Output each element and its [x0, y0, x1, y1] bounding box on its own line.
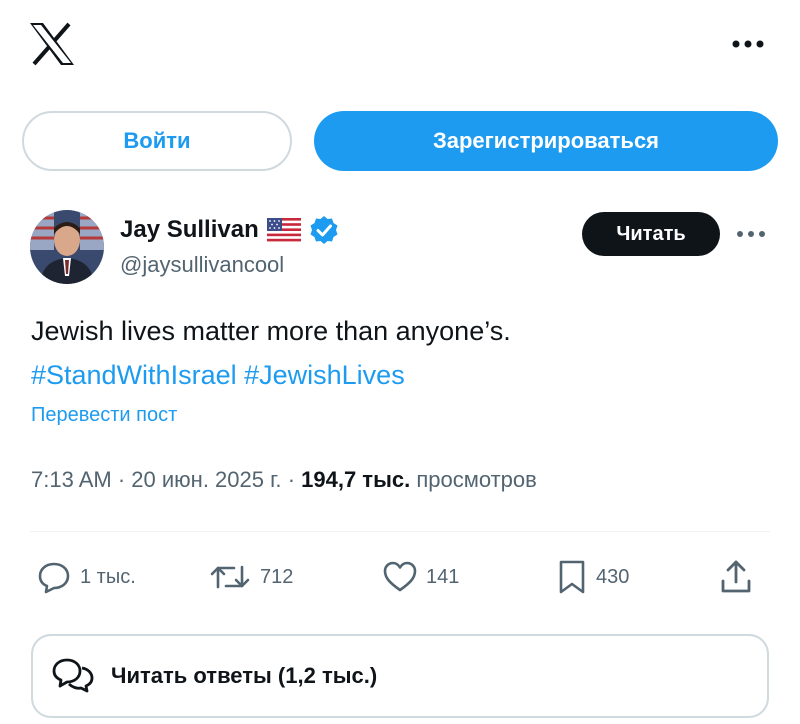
repost-count: 712: [260, 565, 294, 588]
post-text: Jewish lives matter more than anyone’s.: [31, 316, 511, 346]
meta-separator: ·: [287, 467, 296, 492]
translate-post-link[interactable]: Перевести пост: [31, 404, 177, 427]
top-bar: [0, 0, 800, 90]
reply-count: 1 тыс.: [80, 565, 136, 588]
views-label: просмотров: [416, 467, 537, 492]
hashtag-link[interactable]: #StandWithIsrael: [31, 360, 237, 390]
author-name-row: Jay Sullivan: [120, 214, 339, 246]
verified-badge-icon: [310, 216, 338, 244]
read-replies-label: Читать ответы (1,2 тыс.): [111, 663, 378, 688]
like-button[interactable]: 141: [382, 557, 459, 597]
views-count: 194,7 тыс.: [301, 467, 411, 492]
repost-button[interactable]: 712: [208, 557, 293, 597]
post-more-icon[interactable]: [734, 224, 768, 244]
like-count: 141: [426, 565, 460, 588]
heart-icon: [383, 561, 417, 592]
login-button[interactable]: Войти: [22, 111, 292, 171]
x-logo-icon[interactable]: [28, 22, 76, 66]
post-meta: 7:13 AM · 20 июн. 2025 г. · 194,7 тыс. п…: [31, 467, 537, 493]
replies-icon: [52, 658, 94, 693]
us-flag-icon: [266, 218, 301, 242]
reply-icon: [38, 562, 70, 594]
signup-button[interactable]: Зарегистрироваться: [314, 111, 778, 171]
bookmark-count: 430: [596, 565, 630, 588]
repost-icon: [210, 565, 250, 589]
post-date[interactable]: 20 июн. 2025 г.: [131, 467, 281, 492]
avatar[interactable]: [30, 210, 104, 284]
bookmark-button[interactable]: 430: [556, 557, 629, 597]
author-handle[interactable]: @jaysullivancool: [120, 252, 284, 278]
share-icon: [721, 560, 751, 593]
divider: [30, 531, 770, 532]
reply-button[interactable]: 1 тыс.: [36, 557, 136, 597]
more-horizontal-icon[interactable]: [730, 34, 766, 54]
hashtag-link[interactable]: #JewishLives: [244, 360, 405, 390]
meta-separator: ·: [117, 467, 126, 492]
share-button[interactable]: [716, 557, 756, 597]
follow-button[interactable]: Читать: [582, 212, 720, 256]
read-replies-button[interactable]: Читать ответы (1,2 тыс.): [31, 634, 769, 718]
author-name[interactable]: Jay Sullivan: [120, 216, 259, 244]
post-time[interactable]: 7:13 AM: [31, 467, 112, 492]
bookmark-icon: [559, 560, 585, 594]
post-hashtags: #StandWithIsrael #JewishLives: [31, 358, 405, 392]
